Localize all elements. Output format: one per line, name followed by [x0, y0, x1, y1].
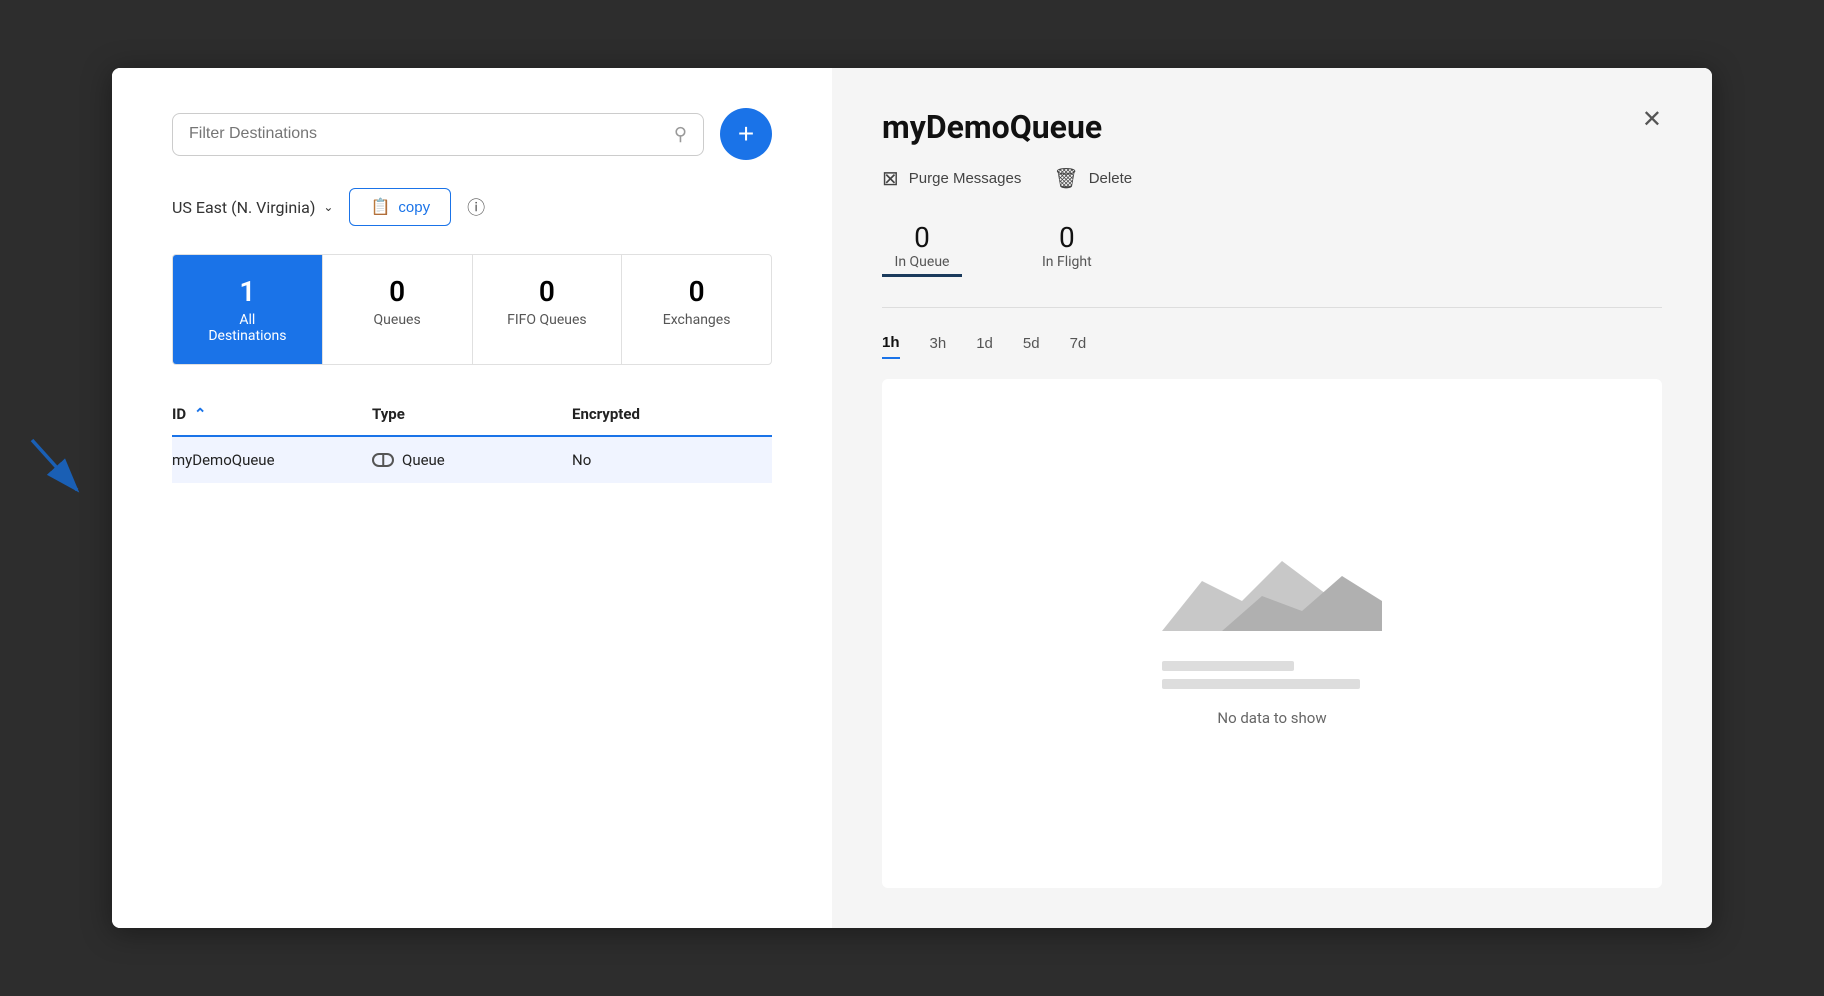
chart-bars: [1162, 661, 1382, 689]
queue-type-icon: [372, 453, 394, 467]
col-header-type: Type: [372, 405, 572, 423]
tab-1h[interactable]: 1h: [882, 328, 900, 359]
table-header: ID ⌃ Type Encrypted: [172, 393, 772, 437]
right-panel: myDemoQueue ✕ ⊠ Purge Messages 🗑 Delete …: [832, 68, 1712, 928]
stat-tile-exchanges[interactable]: 0 Exchanges: [622, 255, 771, 364]
delete-button[interactable]: 🗑 Delete: [1053, 166, 1132, 191]
in-flight-label: In Flight: [1042, 254, 1092, 270]
right-header: myDemoQueue ✕: [882, 108, 1662, 146]
in-flight-stat: 0 In Flight: [1042, 221, 1092, 277]
tab-5d[interactable]: 5d: [1023, 329, 1040, 358]
region-dropdown[interactable]: US East (N. Virginia) ⌄: [172, 198, 333, 217]
stat-number-fifo: 0: [493, 275, 602, 308]
right-stats: 0 In Queue 0 In Flight: [882, 211, 1662, 287]
chevron-down-icon: ⌄: [323, 200, 333, 214]
cell-encrypted: No: [572, 451, 772, 469]
table-section: ID ⌃ Type Encrypted myDemoQueue Queue No: [172, 393, 772, 888]
search-row: ⚲ +: [172, 108, 772, 160]
region-label: US East (N. Virginia): [172, 198, 315, 217]
in-queue-underline: [882, 274, 962, 277]
col-header-id[interactable]: ID ⌃: [172, 405, 372, 423]
action-row: ⊠ Purge Messages 🗑 Delete: [882, 166, 1662, 191]
stat-tile-all-destinations[interactable]: 1 AllDestinations: [173, 255, 323, 364]
time-tabs: 1h 3h 1d 5d 7d: [882, 328, 1662, 359]
col-header-encrypted: Encrypted: [572, 405, 772, 423]
purge-messages-button[interactable]: ⊠ Purge Messages: [882, 166, 1021, 191]
search-box[interactable]: ⚲: [172, 113, 704, 156]
stat-number-all: 1: [193, 275, 302, 308]
stat-label-all: AllDestinations: [193, 312, 302, 344]
cell-type: Queue: [372, 451, 572, 469]
tab-1d[interactable]: 1d: [976, 329, 993, 358]
in-queue-label: In Queue: [882, 254, 962, 270]
region-row: US East (N. Virginia) ⌄ 📋 copy ⓘ: [172, 188, 772, 226]
purge-icon: ⊠: [882, 166, 899, 191]
right-panel-title: myDemoQueue: [882, 108, 1102, 146]
search-input[interactable]: [189, 125, 664, 143]
delete-icon: 🗑: [1053, 166, 1078, 191]
purge-label: Purge Messages: [909, 170, 1022, 187]
copy-label: copy: [398, 199, 430, 216]
tab-3h[interactable]: 3h: [930, 329, 947, 358]
no-data-text: No data to show: [1217, 709, 1326, 727]
close-button[interactable]: ✕: [1642, 108, 1662, 132]
table-row[interactable]: myDemoQueue Queue No: [172, 437, 772, 483]
chart-graphic: [1162, 541, 1382, 641]
in-queue-stat: 0 In Queue: [882, 221, 962, 277]
stat-tile-fifo[interactable]: 0 FIFO Queues: [473, 255, 623, 364]
left-panel: ⚲ + US East (N. Virginia) ⌄ 📋 copy ⓘ 1 A…: [112, 68, 832, 928]
divider: [882, 307, 1662, 308]
stat-label-fifo: FIFO Queues: [493, 312, 602, 328]
tab-7d[interactable]: 7d: [1070, 329, 1087, 358]
chart-bar-1: [1162, 661, 1294, 671]
delete-label: Delete: [1089, 170, 1132, 187]
stat-number-exchanges: 0: [642, 275, 751, 308]
sort-asc-icon: ⌃: [194, 405, 207, 423]
stat-label-exchanges: Exchanges: [642, 312, 751, 328]
info-icon[interactable]: ⓘ: [467, 194, 485, 220]
stats-row: 1 AllDestinations 0 Queues 0 FIFO Queues…: [172, 254, 772, 365]
add-button[interactable]: +: [720, 108, 772, 160]
copy-icon: 📋: [370, 197, 390, 217]
chart-area: No data to show: [882, 379, 1662, 888]
in-flight-number: 0: [1042, 221, 1092, 254]
stat-label-queues: Queues: [343, 312, 452, 328]
search-icon: ⚲: [674, 124, 687, 145]
chart-bar-2: [1162, 679, 1360, 689]
copy-button[interactable]: 📋 copy: [349, 188, 451, 226]
stat-tile-queues[interactable]: 0 Queues: [323, 255, 473, 364]
stat-number-queues: 0: [343, 275, 452, 308]
in-queue-number: 0: [882, 221, 962, 254]
cell-id: myDemoQueue: [172, 451, 372, 469]
